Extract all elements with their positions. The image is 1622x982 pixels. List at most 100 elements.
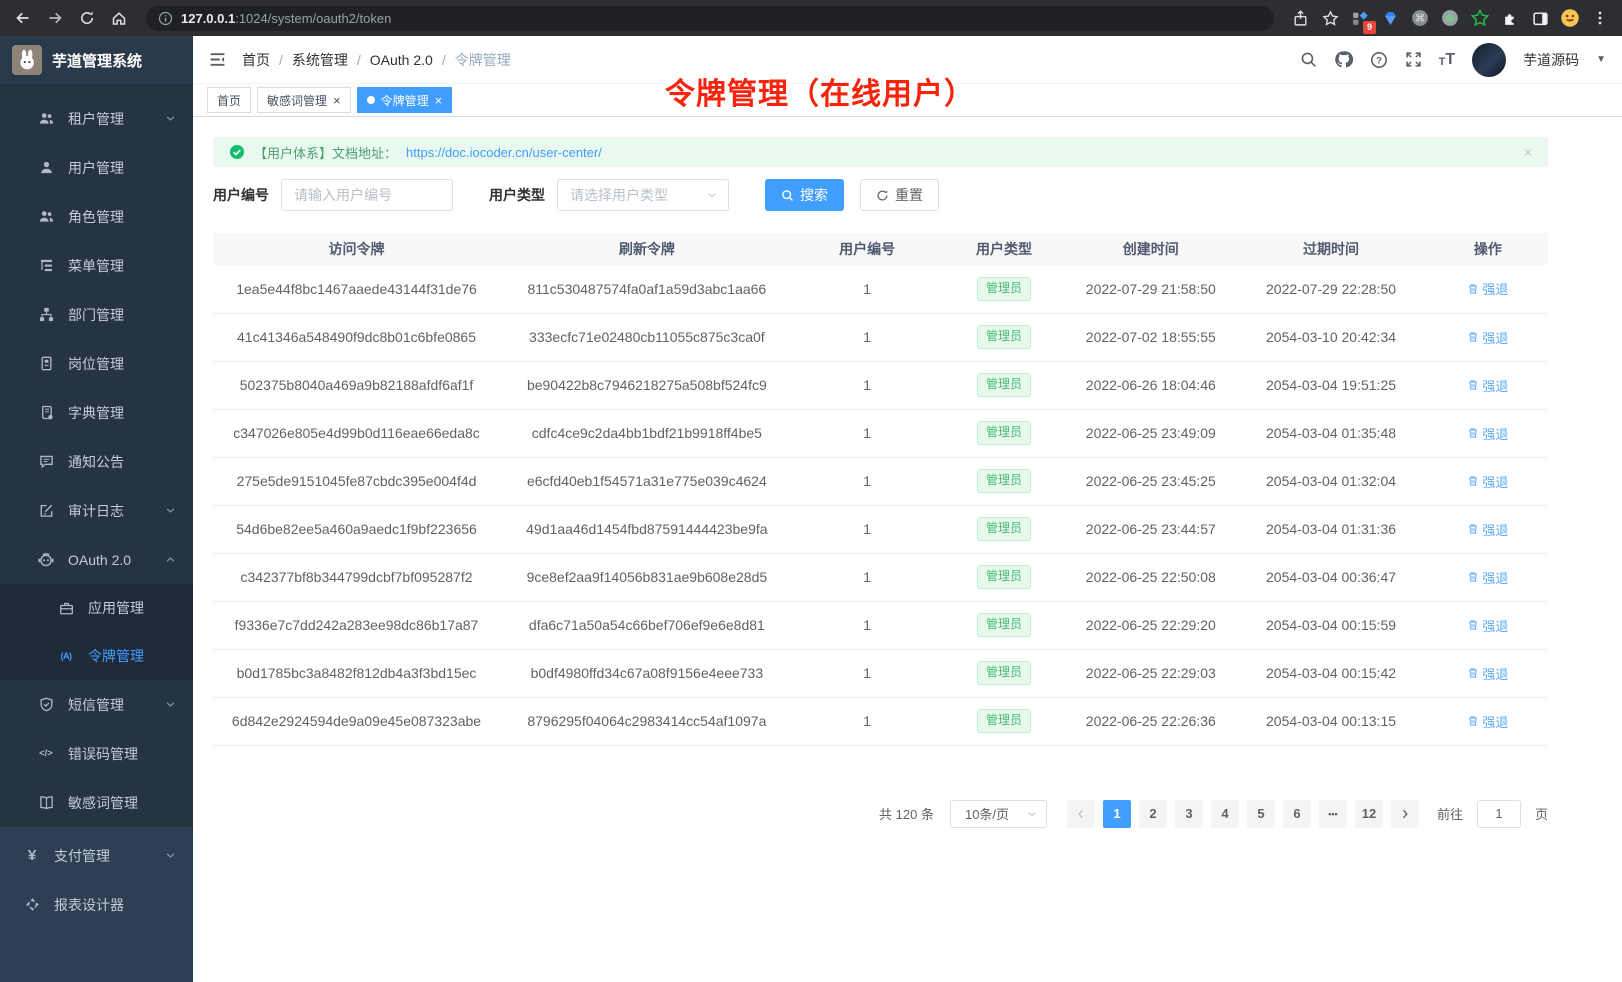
breadcrumb-item[interactable]: 系统管理: [292, 50, 348, 70]
page-button-4[interactable]: 4: [1211, 800, 1239, 828]
sidebar-item-label: 审计日志: [68, 501, 124, 521]
profile-avatar[interactable]: [1558, 6, 1582, 30]
user-type-cell: 管理员: [941, 697, 1068, 745]
sidebar-item-tenant[interactable]: 租户管理: [0, 94, 193, 143]
sidebar-item-error-code[interactable]: </>错误码管理: [0, 729, 193, 778]
main-area: 令牌管理（在线用户） 首页/系统管理/OAuth 2.0/令牌管理 ?: [193, 36, 1622, 982]
sidebar-item-post[interactable]: 岗位管理: [0, 339, 193, 388]
pagination-ellipsis[interactable]: •••: [1319, 800, 1347, 828]
sidebar-item-oauth2-token[interactable]: (A)令牌管理: [0, 632, 193, 680]
force-logout-button[interactable]: 强退: [1467, 520, 1508, 539]
sidebar-item-menu[interactable]: 菜单管理: [0, 241, 193, 290]
page-content: 【用户体系】文档地址： https://doc.iocoder.cn/user-…: [193, 117, 1622, 982]
sidebar-item-report-designer[interactable]: 报表设计器: [0, 880, 193, 929]
sidebar-collapse-button[interactable]: [209, 51, 226, 68]
reset-button[interactable]: 重置: [860, 179, 939, 211]
table-row: c342377bf8b344799dcbf7bf095287f29ce8ef2a…: [213, 553, 1548, 601]
user-type-badge: 管理员: [977, 373, 1031, 397]
fullscreen-button[interactable]: [1405, 51, 1422, 68]
search-button[interactable]: 搜索: [765, 179, 844, 211]
caret-down-icon[interactable]: ▼: [1596, 54, 1606, 65]
browser-back-button[interactable]: [10, 5, 36, 31]
force-logout-button[interactable]: 强退: [1467, 328, 1508, 347]
tab-sensitive-word[interactable]: 敏感词管理×: [257, 87, 351, 113]
prev-page-button[interactable]: [1067, 800, 1095, 828]
table-row: 275e5de9151045fe87cbdc395e004f4de6cfd40e…: [213, 457, 1548, 505]
font-size-button[interactable]: TT: [1439, 52, 1456, 68]
tab-token-management[interactable]: 令牌管理 ×: [357, 87, 453, 113]
force-logout-button[interactable]: 强退: [1467, 279, 1508, 298]
page-button-2[interactable]: 2: [1139, 800, 1167, 828]
star-icon: [1322, 10, 1339, 27]
hamburger-icon: [209, 51, 226, 68]
tab-home[interactable]: 首页: [207, 87, 251, 113]
help-button[interactable]: ?: [1370, 51, 1388, 69]
extension-recorder[interactable]: [1438, 6, 1462, 30]
page-button-3[interactable]: 3: [1175, 800, 1203, 828]
sidebar-item-user[interactable]: 用户管理: [0, 143, 193, 192]
next-page-button[interactable]: [1391, 800, 1419, 828]
info-icon[interactable]: [158, 11, 173, 26]
force-logout-button[interactable]: 强退: [1467, 472, 1508, 491]
force-logout-button[interactable]: 强退: [1467, 616, 1508, 635]
sidebar-menu: 租户管理用户管理角色管理菜单管理部门管理岗位管理字典管理通知公告审计日志 OAut…: [0, 84, 193, 827]
tab-label: 令牌管理: [381, 92, 429, 109]
sidebar-item-oauth2-application[interactable]: 应用管理: [0, 584, 193, 632]
sidebar-item-notice[interactable]: 通知公告: [0, 437, 193, 486]
page-button-12[interactable]: 12: [1355, 800, 1383, 828]
header-search-button[interactable]: [1300, 51, 1317, 68]
breadcrumb-item[interactable]: OAuth 2.0: [370, 52, 433, 68]
page-button-5[interactable]: 5: [1247, 800, 1275, 828]
app-logo[interactable]: 芋道管理系统: [0, 36, 193, 84]
pagination-pages: 123456•••12: [1103, 800, 1383, 828]
token-table: 访问令牌刷新令牌用户编号用户类型创建时间过期时间操作 1ea5e44f8bc14…: [213, 233, 1548, 746]
bookmark-star-button[interactable]: [1318, 6, 1342, 30]
extension-gem[interactable]: [1378, 6, 1402, 30]
side-panel-button[interactable]: [1528, 6, 1552, 30]
force-logout-button[interactable]: 强退: [1467, 712, 1508, 731]
annotation-title: 令牌管理（在线用户）: [665, 69, 975, 113]
breadcrumb-item[interactable]: 首页: [242, 50, 270, 70]
force-logout-button[interactable]: 强退: [1467, 376, 1508, 395]
extension-tampermonkey[interactable]: 9: [1348, 6, 1372, 30]
column-header: 过期时间: [1234, 233, 1428, 265]
sidebar-item-dict[interactable]: 字典管理: [0, 388, 193, 437]
sidebar-item-audit-log[interactable]: 审计日志: [0, 486, 193, 535]
force-logout-button[interactable]: 强退: [1467, 424, 1508, 443]
username-label[interactable]: 芋道源码: [1523, 50, 1579, 70]
sidebar-item-role[interactable]: 角色管理: [0, 192, 193, 241]
close-icon[interactable]: ×: [333, 94, 341, 107]
page-button-1[interactable]: 1: [1103, 800, 1131, 828]
url-bar[interactable]: 127.0.0.1:1024/system/oauth2/token: [146, 6, 1274, 31]
sidebar-item-label: 菜单管理: [68, 256, 124, 276]
svg-text:⌘: ⌘: [1415, 14, 1425, 25]
page-button-6[interactable]: 6: [1283, 800, 1311, 828]
github-link[interactable]: [1334, 50, 1353, 69]
extension-command[interactable]: ⌘: [1408, 6, 1432, 30]
user-id-input[interactable]: [281, 179, 453, 211]
sidebar-item-label: OAuth 2.0: [68, 552, 131, 568]
alert-close-icon[interactable]: ×: [1524, 144, 1532, 160]
sidebar-item-sms[interactable]: 短信管理: [0, 680, 193, 729]
browser-menu-button[interactable]: [1588, 6, 1612, 30]
user-type-select[interactable]: 请选择用户类型: [557, 179, 729, 211]
alert-doc-link[interactable]: https://doc.iocoder.cn/user-center/: [406, 145, 602, 160]
column-header: 操作: [1428, 233, 1548, 265]
sidebar-item-sensitive-word[interactable]: 敏感词管理: [0, 778, 193, 827]
force-logout-button[interactable]: 强退: [1467, 664, 1508, 683]
browser-forward-button[interactable]: [42, 5, 68, 31]
browser-reload-button[interactable]: [74, 5, 100, 31]
sidebar-item-dept[interactable]: 部门管理: [0, 290, 193, 339]
user-avatar[interactable]: [1472, 43, 1506, 77]
sidebar-item-pay[interactable]: ¥支付管理: [0, 831, 193, 880]
goto-page-input[interactable]: [1477, 800, 1521, 828]
page-size-select[interactable]: 10条/页: [950, 800, 1047, 828]
sidebar-item-oauth2[interactable]: OAuth 2.0: [0, 535, 193, 584]
extension-green-star[interactable]: [1468, 6, 1492, 30]
extensions-puzzle-button[interactable]: [1498, 6, 1522, 30]
close-icon[interactable]: ×: [435, 94, 443, 107]
force-logout-button[interactable]: 强退: [1467, 568, 1508, 587]
browser-home-button[interactable]: [106, 5, 132, 31]
expire-time-cell: 2054-03-04 01:35:48: [1234, 409, 1428, 457]
share-button[interactable]: [1288, 6, 1312, 30]
